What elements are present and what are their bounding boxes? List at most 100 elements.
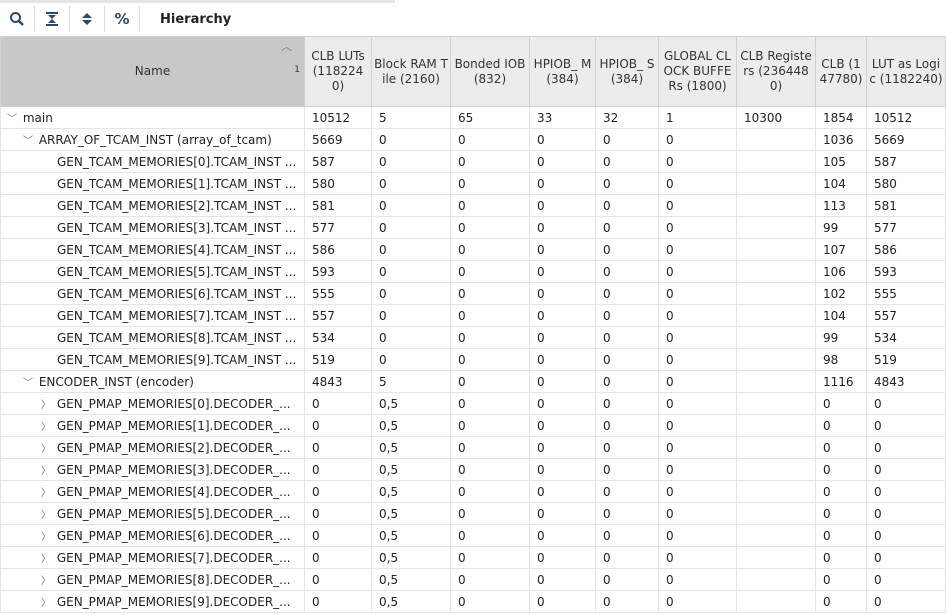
chevron-down-icon[interactable]: ﹀ [21,374,35,389]
table-row[interactable]: 〉 GEN_PMAP_MEMORIES[8].DECODER_... 0 0,5 0 0… [0,568,946,591]
row-name-cell[interactable]: GEN_TCAM_MEMORIES[1].TCAM_INST ... [0,172,305,195]
column-header-1[interactable]: CLB LUTs (1182240) [304,36,372,107]
row-name-cell[interactable]: 〉 GEN_PMAP_MEMORIES[1].DECODER_... [0,414,305,437]
table-row[interactable]: ﹀ ENCODER_INST (encoder) 4843 5 0 0 0 0 1116 484… [0,370,946,393]
row-name-cell[interactable]: GEN_TCAM_MEMORIES[5].TCAM_INST ... [0,260,305,283]
column-header-2[interactable]: Block RAM Tile (2160) [371,36,451,107]
table-row[interactable]: ﹀ ARRAY_OF_TCAM_INST (array_of_tcam) 5669… [0,128,946,151]
cell-6: 0 [658,414,737,437]
chevron-right-icon[interactable]: 〉 [39,550,53,565]
column-header-5[interactable]: HPIOB_ S (384) [595,36,659,107]
cell-2: 0,5 [371,502,451,525]
row-name-cell[interactable]: GEN_TCAM_MEMORIES[0].TCAM_INST ... [0,150,305,173]
row-name-cell[interactable]: 〉 GEN_PMAP_MEMORIES[0].DECODER_... [0,392,305,415]
row-name-cell[interactable]: ﹀ ENCODER_INST (encoder) [0,370,305,393]
row-name-cell[interactable]: 〉 GEN_PMAP_MEMORIES[9].DECODER_... [0,590,305,613]
cell-6: 0 [658,480,737,503]
row-name-cell[interactable]: ﹀ ARRAY_OF_TCAM_INST (array_of_tcam) [0,128,305,151]
cell-2: 0 [371,150,451,173]
chevron-down-icon[interactable]: ﹀ [5,110,19,125]
table-row[interactable]: 〉 GEN_PMAP_MEMORIES[3].DECODER_... 0 0,5 0 0… [0,458,946,481]
column-header-0[interactable]: ︿ Name 1 [0,36,305,107]
row-name-cell[interactable]: 〉 GEN_PMAP_MEMORIES[2].DECODER_... [0,436,305,459]
table-row[interactable]: 〉 GEN_PMAP_MEMORIES[6].DECODER_... 0 0,5 0 0… [0,524,946,547]
chevron-right-icon[interactable]: 〉 [39,572,53,587]
table-row[interactable]: GEN_TCAM_MEMORIES[6].TCAM_INST ... 555 0 0 0… [0,282,946,305]
percent-toggle-icon[interactable]: % [105,6,140,32]
cell-4: 0 [529,414,596,437]
cell-3: 0 [450,546,530,569]
cell-9: 581 [866,194,946,217]
chevron-right-icon[interactable]: 〉 [39,440,53,455]
table-row[interactable]: 〉 GEN_PMAP_MEMORIES[9].DECODER_... 0 0,5 0 0… [0,590,946,613]
table-row[interactable]: GEN_TCAM_MEMORIES[1].TCAM_INST ... 580 0 0 0… [0,172,946,195]
table-row[interactable]: GEN_TCAM_MEMORIES[5].TCAM_INST ... 593 0 0 0… [0,260,946,283]
sort-index: 1 [294,65,300,75]
table-row[interactable]: 〉 GEN_PMAP_MEMORIES[1].DECODER_... 0 0,5 0 0… [0,414,946,437]
row-name-cell[interactable]: 〉 GEN_PMAP_MEMORIES[8].DECODER_... [0,568,305,591]
row-name: GEN_PMAP_MEMORIES[6].DECODER_... [56,529,291,543]
row-name-cell[interactable]: 〉 GEN_PMAP_MEMORIES[5].DECODER_... [0,502,305,525]
table-row[interactable]: GEN_TCAM_MEMORIES[8].TCAM_INST ... 534 0 0 0… [0,326,946,349]
table-row[interactable]: 〉 GEN_PMAP_MEMORIES[4].DECODER_... 0 0,5 0 0… [0,480,946,503]
cell-6: 0 [658,326,737,349]
row-name-cell[interactable]: GEN_TCAM_MEMORIES[2].TCAM_INST ... [0,194,305,217]
table-row[interactable]: GEN_TCAM_MEMORIES[4].TCAM_INST ... 586 0 0 0… [0,238,946,261]
table-row[interactable]: GEN_TCAM_MEMORIES[3].TCAM_INST ... 577 0 0 0… [0,216,946,239]
cell-2: 0,5 [371,436,451,459]
table-row[interactable]: 〉 GEN_PMAP_MEMORIES[5].DECODER_... 0 0,5 0 0… [0,502,946,525]
row-name-cell[interactable]: GEN_TCAM_MEMORIES[9].TCAM_INST ... [0,348,305,371]
cell-4: 0 [529,502,596,525]
chevron-right-icon[interactable]: 〉 [39,594,53,609]
sort-ascending-icon: ︿ [281,40,292,53]
cell-6: 0 [658,238,737,261]
chevron-down-icon[interactable]: ﹀ [21,132,35,147]
chevron-right-icon[interactable]: 〉 [39,396,53,411]
collapse-all-icon[interactable] [35,6,70,32]
cell-2: 0,5 [371,480,451,503]
cell-9: 593 [866,260,946,283]
table-row[interactable]: ﹀ main 10512 5 65 33 32 1 10300 1854 10512 [0,106,946,129]
row-name-cell[interactable]: GEN_TCAM_MEMORIES[8].TCAM_INST ... [0,326,305,349]
cell-7 [736,414,816,437]
cell-4: 0 [529,568,596,591]
column-header-4[interactable]: HPIOB_ M (384) [529,36,596,107]
row-name-cell[interactable]: ﹀ main [0,106,305,129]
column-header-6[interactable]: GLOBAL CLOCK BUFFERs (1800) [658,36,737,107]
column-header-3[interactable]: Bonded IOB (832) [450,36,530,107]
table-row[interactable]: 〉 GEN_PMAP_MEMORIES[0].DECODER_... 0 0,5 0 0… [0,392,946,415]
table-row[interactable]: GEN_TCAM_MEMORIES[0].TCAM_INST ... 587 0 0 0… [0,150,946,173]
row-name-cell[interactable]: GEN_TCAM_MEMORIES[7].TCAM_INST ... [0,304,305,327]
chevron-right-icon[interactable]: 〉 [39,484,53,499]
column-header-7[interactable]: CLB Registers (2364480) [736,36,816,107]
table-row[interactable]: GEN_TCAM_MEMORIES[9].TCAM_INST ... 519 0 0 0… [0,348,946,371]
chevron-right-icon[interactable]: 〉 [39,462,53,477]
chevron-right-icon[interactable]: 〉 [39,528,53,543]
cell-5: 0 [595,546,659,569]
table-row[interactable]: 〉 GEN_PMAP_MEMORIES[2].DECODER_... 0 0,5 0 0… [0,436,946,459]
row-name: GEN_PMAP_MEMORIES[8].DECODER_... [56,573,291,587]
cell-9: 0 [866,458,946,481]
chevron-right-icon[interactable]: 〉 [39,506,53,521]
table-row[interactable]: 〉 GEN_PMAP_MEMORIES[7].DECODER_... 0 0,5 0 0… [0,546,946,569]
row-name-cell[interactable]: 〉 GEN_PMAP_MEMORIES[6].DECODER_... [0,524,305,547]
table-row[interactable]: GEN_TCAM_MEMORIES[2].TCAM_INST ... 581 0 0 0… [0,194,946,217]
chevron-right-icon[interactable]: 〉 [39,418,53,433]
row-name-cell[interactable]: GEN_TCAM_MEMORIES[3].TCAM_INST ... [0,216,305,239]
column-header-9[interactable]: LUT as Logic (1182240) [866,36,946,107]
row-name-cell[interactable]: 〉 GEN_PMAP_MEMORIES[3].DECODER_... [0,458,305,481]
cell-8: 0 [815,502,867,525]
cell-3: 0 [450,370,530,393]
expand-all-icon[interactable] [70,6,105,32]
column-header-8[interactable]: CLB (147780) [815,36,867,107]
row-name: ENCODER_INST (encoder) [38,375,194,389]
row-name-cell[interactable]: 〉 GEN_PMAP_MEMORIES[7].DECODER_... [0,546,305,569]
row-name-cell[interactable]: GEN_TCAM_MEMORIES[6].TCAM_INST ... [0,282,305,305]
cell-3: 0 [450,348,530,371]
row-name: GEN_TCAM_MEMORIES[1].TCAM_INST ... [57,176,297,191]
toolbar: % Hierarchy [0,4,946,34]
table-row[interactable]: GEN_TCAM_MEMORIES[7].TCAM_INST ... 557 0 0 0… [0,304,946,327]
row-name-cell[interactable]: 〉 GEN_PMAP_MEMORIES[4].DECODER_... [0,480,305,503]
row-name-cell[interactable]: GEN_TCAM_MEMORIES[4].TCAM_INST ... [0,238,305,261]
search-icon[interactable] [0,6,35,32]
